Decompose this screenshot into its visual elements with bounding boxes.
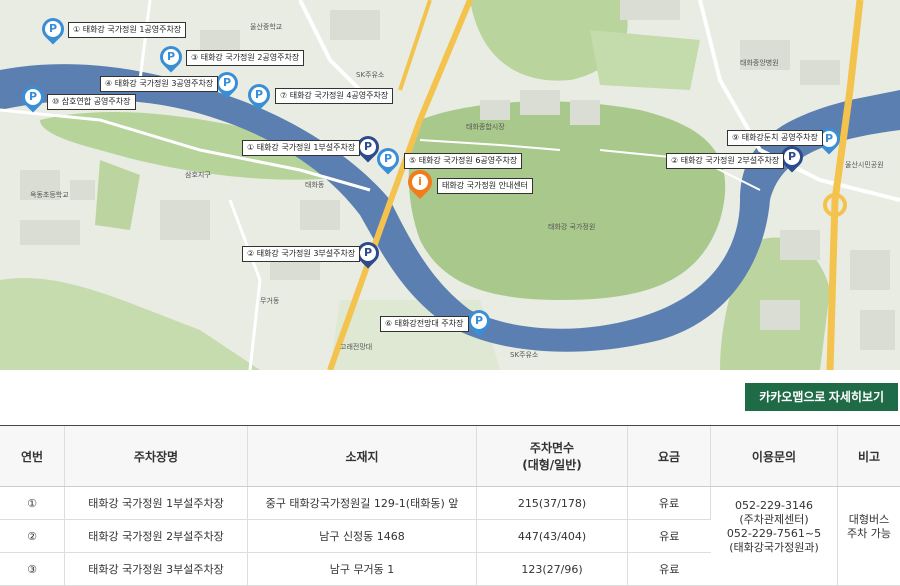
cell-address: 중구 태화강국가정원길 129-1(태화동) 앞 (248, 487, 477, 520)
poi-label: 울산시민공원 (845, 160, 884, 170)
kakao-map-detail-button[interactable]: 카카오맵으로 자세히보기 (745, 383, 898, 411)
poi-label: 태화강 국가정원 (548, 222, 595, 232)
marker-label: ③ 태화강 국가정원 2공영주차장 (186, 50, 304, 66)
poi-label: 울산중학교 (250, 22, 282, 32)
poi-label: 태화중앙병원 (740, 58, 779, 68)
poi-label: 태화종합시장 (466, 122, 505, 132)
cell-fee: 유료 (628, 553, 711, 586)
parking-marker[interactable]: P (377, 148, 403, 182)
marker-label: ④ 태화강 국가정원 3공영주차장 (100, 76, 218, 92)
poi-label: SK주유소 (356, 70, 384, 80)
header-note: 비고 (838, 426, 900, 487)
marker-label: ② 태화강 국가정원 3부설주차장 (242, 246, 360, 262)
cell-name: 태화강 국가정원 1부설주차장 (65, 487, 248, 520)
cell-contact: 052-229-3146 (주차관제센터) 052-229-7561~5 (태화… (711, 487, 838, 586)
marker-label: ⑤ 태화강 국가정원 6공영주차장 (404, 153, 522, 169)
poi-label: 옥동초등학교 (30, 190, 69, 200)
contact-phone: 052-229-7561~5 (712, 527, 836, 541)
header-name: 주차장명 (65, 426, 248, 487)
cell-address: 남구 신정동 1468 (248, 520, 477, 553)
info-marker[interactable]: i (408, 170, 434, 204)
cell-no: ② (0, 520, 65, 553)
contact-phone: 052-229-3146 (712, 499, 836, 513)
marker-label: ⑨ 태화강둔치 공영주차장 (727, 130, 823, 146)
marker-label: ⑦ 태화강 국가정원 4공영주차장 (275, 88, 393, 104)
header-address: 소재지 (248, 426, 477, 487)
marker-label: ⑩ 삼호연합 공영주차장 (47, 94, 136, 110)
map-view[interactable]: 울산제일중학교 울산중학교 SK주유소 태화종합시장 태화중앙병원 고래전망대 … (0, 0, 900, 370)
cell-address: 남구 무거동 1 (248, 553, 477, 586)
cell-fee: 유료 (628, 487, 711, 520)
cell-name: 태화강 국가정원 3부설주차장 (65, 553, 248, 586)
cell-no: ① (0, 487, 65, 520)
parking-marker[interactable]: P (357, 242, 383, 276)
info-icon: i (412, 174, 428, 190)
table-row: ① 태화강 국가정원 1부설주차장 중구 태화강국가정원길 129-1(태화동)… (0, 487, 900, 520)
header-no: 연번 (0, 426, 65, 487)
parking-marker[interactable]: P (216, 72, 242, 106)
header-contact: 이용문의 (711, 426, 838, 487)
contact-dept: (태화강국가정원과) (712, 541, 836, 555)
poi-label: 무거동 (260, 296, 279, 306)
cell-spaces: 215(37/178) (477, 487, 628, 520)
info-marker-label: 태화강 국가정원 안내센터 (437, 178, 533, 194)
parking-marker[interactable]: P (468, 310, 494, 344)
parking-marker[interactable]: P (248, 84, 274, 118)
contact-dept: (주차관제센터) (712, 513, 836, 527)
note-line: 대형버스 (839, 513, 899, 527)
header-fee: 요금 (628, 426, 711, 487)
parking-marker[interactable]: P (42, 18, 68, 52)
poi-label: SK주유소 (510, 350, 538, 360)
marker-label: ② 태화강 국가정원 2부설주차장 (666, 153, 784, 169)
parking-marker[interactable]: P (781, 146, 807, 180)
cell-spaces: 123(27/96) (477, 553, 628, 586)
header-spaces: 주차면수 (대형/일반) (477, 426, 628, 487)
cell-spaces: 447(43/404) (477, 520, 628, 553)
poi-label: 고래전망대 (340, 342, 372, 352)
poi-label: 태화동 (305, 180, 324, 190)
cell-name: 태화강 국가정원 2부설주차장 (65, 520, 248, 553)
cell-no: ③ (0, 553, 65, 586)
marker-label: ① 태화강 국가정원 1공영주차장 (68, 22, 186, 38)
note-line: 주차 가능 (839, 527, 899, 541)
marker-label: ⑥ 태화강전망대 주차장 (380, 316, 469, 332)
table-header-row: 연번 주차장명 소재지 주차면수 (대형/일반) 요금 이용문의 비고 (0, 426, 900, 487)
cell-fee: 유료 (628, 520, 711, 553)
parking-table: 연번 주차장명 소재지 주차면수 (대형/일반) 요금 이용문의 비고 ① 태화… (0, 426, 900, 586)
poi-label: 삼호지구 (185, 170, 211, 180)
cell-note: 대형버스 주차 가능 (838, 487, 900, 586)
marker-label: ① 태화강 국가정원 1부설주차장 (242, 140, 360, 156)
parking-marker[interactable]: P (22, 86, 48, 120)
parking-marker[interactable]: P (160, 46, 186, 80)
